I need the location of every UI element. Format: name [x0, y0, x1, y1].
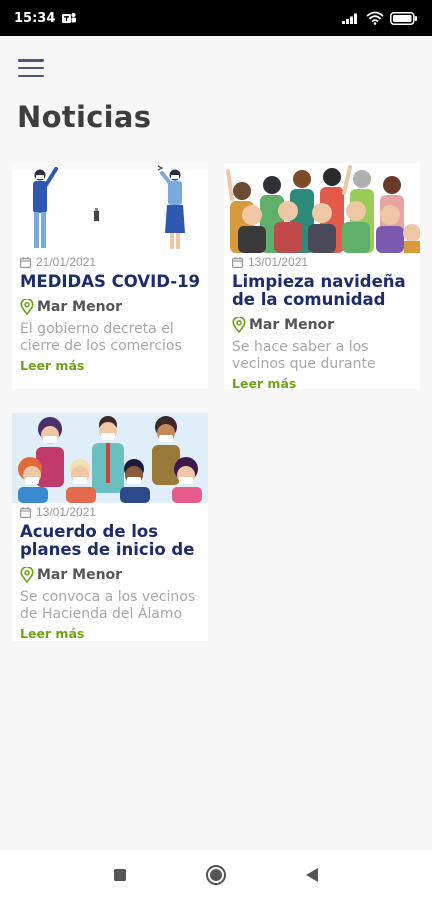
news-location-text: Mar Menor [249, 317, 335, 333]
news-location-text: Mar Menor [37, 299, 123, 315]
status-bar: 15:34 [0, 0, 432, 36]
news-title-line: planes de inicio de [20, 540, 195, 559]
news-location-text: Mar Menor [37, 567, 123, 583]
teams-icon [62, 13, 77, 23]
calendar-icon [232, 256, 243, 268]
status-time: 15:34 [14, 10, 56, 26]
location-pin-icon [20, 299, 34, 315]
news-excerpt-line: Se convoca a los vecinos [20, 589, 196, 605]
signal-icon [342, 13, 357, 24]
read-more-link[interactable]: Leer más [20, 358, 84, 373]
news-date: 13/01/2021 [232, 255, 412, 269]
news-card[interactable]: 13/01/2021 Acuerdo de los planes de inic… [12, 413, 208, 641]
news-title-line: Acuerdo de los [20, 523, 159, 541]
news-image [224, 163, 420, 253]
news-excerpt: Se convoca a los vecinos de Hacienda del… [20, 589, 200, 623]
battery-icon [390, 11, 417, 25]
news-excerpt-line: Se hace saber a los [232, 339, 369, 355]
back-icon[interactable] [298, 861, 326, 889]
news-title[interactable]: MEDIDAS COVID-19 [20, 273, 200, 291]
news-date-text: 13/01/2021 [36, 505, 97, 519]
news-location: Mar Menor [20, 567, 200, 583]
news-excerpt-line: de Hacienda del Álamo [20, 606, 183, 622]
news-location: Mar Menor [232, 317, 412, 333]
news-card[interactable]: 13/01/2021 Limpieza navideña de la comun… [224, 163, 420, 389]
news-date: 21/01/2021 [20, 255, 200, 269]
news-card[interactable]: 21/01/2021 MEDIDAS COVID-19 Mar Menor El… [12, 163, 208, 389]
news-excerpt-line: vecinos que durante [232, 356, 376, 372]
calendar-icon [20, 506, 31, 518]
recent-apps-icon[interactable] [106, 861, 134, 889]
location-pin-icon [20, 567, 34, 583]
news-date: 13/01/2021 [20, 505, 200, 519]
page-title: Noticias [17, 100, 152, 134]
home-icon[interactable] [202, 861, 230, 889]
news-excerpt: Se hace saber a los vecinos que durante [232, 339, 412, 373]
news-excerpt: El gobierno decreta el cierre de los com… [20, 321, 200, 355]
news-location: Mar Menor [20, 299, 200, 315]
news-title[interactable]: Acuerdo de los planes de inicio de [20, 523, 200, 559]
read-more-link[interactable]: Leer más [20, 626, 84, 641]
news-excerpt-line: El gobierno decreta el [20, 321, 174, 337]
news-image [12, 413, 208, 503]
hamburger-menu-icon[interactable] [18, 57, 44, 79]
wifi-icon [366, 11, 384, 25]
navigation-bar [0, 850, 432, 900]
calendar-icon [20, 256, 31, 268]
location-pin-icon [232, 317, 246, 333]
news-title[interactable]: Limpieza navideña de la comunidad [232, 273, 412, 309]
news-title-line: MEDIDAS COVID-19 [20, 273, 200, 291]
read-more-link[interactable]: Leer más [232, 376, 296, 389]
news-date-text: 13/01/2021 [248, 255, 309, 269]
news-excerpt-line: cierre de los comercios [20, 338, 182, 354]
news-date-text: 21/01/2021 [36, 255, 97, 269]
news-image [12, 163, 208, 253]
news-title-line: de la comunidad [232, 290, 386, 309]
news-title-line: Limpieza navideña [232, 273, 406, 291]
